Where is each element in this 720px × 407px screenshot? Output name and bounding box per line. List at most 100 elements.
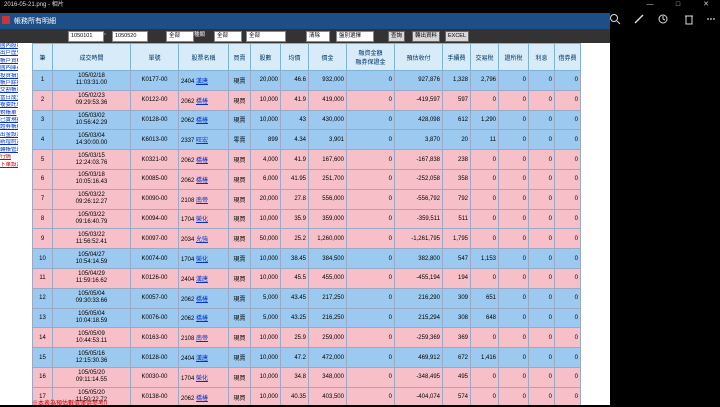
table-row[interactable]: 7 105/03/22 09:26:12.27 K0090-00 2108 南帝 現買 20…: [32, 188, 581, 210]
table-row[interactable]: 15 105/05/16 12:15:30.36 K0128-00 2404 漢唐 現賣 1…: [32, 347, 581, 368]
share-quantity: 10,000: [250, 366, 281, 388]
estimated-net: -556,792: [394, 188, 443, 210]
sidebar-link[interactable]: 下單設定: [0, 162, 18, 169]
trade-date: 105/04/27: [78, 251, 105, 258]
stock-select[interactable]: 全部: [246, 31, 286, 42]
trade-amount-text: 403,500: [322, 394, 344, 401]
table-row[interactable]: 10 105/04/27 10:54:14.59 K0074-00 1704 榮化 現賣 1…: [32, 248, 581, 269]
sidebar-link[interactable]: 帳戶餘額: [0, 80, 18, 87]
edit-pen-icon[interactable]: [632, 13, 646, 27]
table-row[interactable]: 14 105/05/09 10:44:53.11 K0163-00 2108 南帝 現買 1…: [32, 327, 581, 349]
trade-side: 現賣: [228, 307, 251, 329]
delete-icon[interactable]: [682, 13, 696, 27]
table-row[interactable]: 4 105/03/04 14:30:00.00 K6013-00 2337 旺宏 零賣 89…: [32, 129, 581, 151]
fee: 358: [442, 168, 471, 190]
order-number-text: K0321-00: [141, 156, 168, 163]
date-from-input[interactable]: 1050101: [68, 31, 104, 42]
sidebar-link[interactable]: 轉帳管理: [0, 147, 18, 154]
stock-name-link[interactable]: 南帝: [196, 336, 208, 342]
trade-side-text: 現買: [233, 177, 246, 184]
share-quantity-text: 20,000: [259, 196, 278, 203]
trade-side: 現賣: [228, 248, 251, 269]
capital-gains-tax-text: 0: [522, 235, 526, 242]
share-quantity-text: 10,000: [259, 97, 278, 104]
interest-text: 0: [548, 176, 552, 183]
sidebar-link[interactable]: 複委託單: [0, 102, 18, 109]
table-row[interactable]: 8 105/03/22 09:16:40.79 K0094-00 1704 榮化 現買 10…: [32, 208, 581, 230]
sidebar-link[interactable]: 國內股票: [0, 43, 18, 50]
capital-gains-tax: 0: [498, 327, 529, 349]
table-row[interactable]: 6 105/03/18 10:05:16.43 K0085-00 2062 橋椿 現買 6,…: [32, 168, 581, 190]
stock-name: 1704 榮化: [178, 208, 229, 230]
sidebar-link[interactable]: 當日成交: [0, 95, 18, 102]
stock-name-link[interactable]: 漢唐: [196, 277, 208, 283]
stock-name-link[interactable]: 南帝: [196, 198, 208, 204]
excel-button[interactable]: EXCEL: [445, 31, 470, 42]
average-price-text: 47.2: [294, 354, 306, 361]
board-select[interactable]: 盤別選擇: [336, 31, 374, 42]
trade-amount: 419,000: [308, 89, 347, 111]
table-row[interactable]: 17 105/05/20 11:50:22.72 K0138-00 2062 橋椿 現買 1…: [32, 386, 581, 405]
stock-name-link[interactable]: 允強: [196, 237, 208, 243]
average-price-text: 41.9: [294, 97, 306, 104]
export-button[interactable]: 轉出資料: [412, 31, 441, 42]
stock-name-link[interactable]: 橋椿: [196, 297, 208, 303]
rotate-icon[interactable]: [656, 13, 670, 27]
table-row[interactable]: 11 105/04/29 11:59:16.62 K0126-00 2404 漢唐 現買 1…: [32, 267, 581, 289]
minimize-button[interactable]: —: [636, 0, 664, 10]
margin-amount-text: 0: [388, 77, 392, 84]
transaction-tax-text: 2,796: [480, 77, 496, 84]
stock-name-link[interactable]: 橋椿: [196, 118, 208, 124]
stock-name-link[interactable]: 旺宏: [196, 138, 208, 144]
table-row[interactable]: 3 105/03/02 10:56:42.29 K0128-00 2062 橋椿 現賣 10…: [32, 109, 581, 131]
table-row[interactable]: 1 105/02/18 11:03:31.00 K0177-00 2404 漢唐 現賣 20…: [32, 70, 581, 91]
sidebar-link[interactable]: 投資損益: [0, 73, 18, 80]
query-button[interactable]: 查詢: [388, 31, 406, 42]
zoom-icon[interactable]: [608, 13, 622, 27]
maximize-button[interactable]: □: [664, 0, 692, 10]
table-row[interactable]: 9 105/03/22 11:56:52.41 K0097-00 2034 允強 現買 50…: [32, 228, 581, 250]
stock-code: 1704: [181, 257, 195, 264]
table-row[interactable]: 13 105/05/04 10:04:18.59 K0076-00 2062 橋椿 現賣 5…: [32, 307, 581, 329]
stock-name-link[interactable]: 榮化: [196, 217, 208, 223]
stock-name-link[interactable]: 漢唐: [196, 356, 208, 362]
sidebar-link[interactable]: 出戶歷史: [0, 50, 18, 57]
date-to-input[interactable]: 1050520: [112, 31, 148, 42]
more-icon[interactable]: [704, 13, 718, 27]
trade-amount: 384,500: [308, 248, 347, 269]
transaction-tax: 0: [470, 89, 499, 111]
row-number-text: 5: [40, 156, 45, 163]
table-row[interactable]: 12 105/05/04 09:30:33.66 K0057-00 2062 橋椿 現賣 5…: [32, 287, 581, 309]
order-number: K0128-00: [130, 347, 179, 368]
stock-name-link[interactable]: 橋椿: [196, 316, 208, 322]
stock-name-link[interactable]: 橋椿: [196, 99, 208, 105]
stock-name-link[interactable]: 橋椿: [196, 158, 208, 164]
sidebar-link[interactable]: 國內庫存: [0, 65, 18, 72]
interest: 0: [528, 287, 555, 309]
close-button[interactable]: ✕: [692, 0, 720, 10]
category-select[interactable]: 全部: [214, 31, 242, 42]
stock-name-link[interactable]: 榮化: [196, 376, 208, 382]
table-row[interactable]: 2 105/02/23 09:29:53.36 K0122-00 2062 橋椿 現買 10…: [32, 89, 581, 111]
trade-date: 105/02/18: [78, 73, 105, 80]
sidebar-link[interactable]: 證券帳務: [0, 124, 18, 131]
sidebar-link[interactable]: 對帳單: [0, 110, 18, 117]
transaction-tax: 2,796: [470, 70, 499, 91]
sidebar-link[interactable]: 新增約定: [0, 139, 18, 146]
sidebar-link[interactable]: 行情: [0, 154, 18, 161]
stock-name-link[interactable]: 橋椿: [196, 178, 208, 184]
stock-name-link[interactable]: 橋椿: [196, 396, 208, 402]
type-select[interactable]: 全部: [166, 31, 194, 42]
table-row[interactable]: 16 105/05/20 09:11:14.55 K0030-00 1704 榮化 現買 1…: [32, 366, 581, 388]
stock-name-link[interactable]: 漢唐: [196, 79, 208, 85]
capital-gains-tax-text: 0: [522, 156, 526, 163]
table-row[interactable]: 5 105/03/15 12:24:03.76 K0321-00 2062 橋椿 現買 4,…: [32, 149, 581, 170]
sidebar-link[interactable]: 已實現損益: [0, 117, 18, 124]
sidebar-link[interactable]: 帳戶資料: [0, 58, 18, 65]
row-number-text: 4: [40, 136, 45, 143]
sidebar-link[interactable]: 出金設定: [0, 132, 18, 139]
sidebar-link[interactable]: 交割帳戶: [0, 87, 18, 94]
stock-name-link[interactable]: 榮化: [196, 257, 208, 263]
clear-select[interactable]: 清除: [306, 31, 330, 42]
estimated-net-text: -419,597: [416, 97, 440, 104]
